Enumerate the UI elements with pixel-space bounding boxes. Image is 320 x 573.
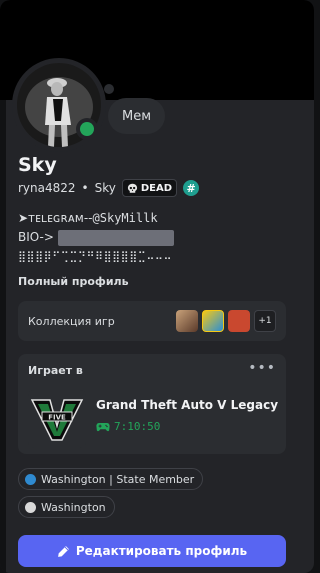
games-collection-title: Коллекция игр — [28, 314, 115, 328]
custom-status-text: Мем — [122, 108, 152, 124]
game-thumb-1[interactable] — [176, 310, 198, 332]
display-name: Sky — [18, 154, 57, 176]
role-label: Washington — [41, 500, 106, 514]
pencil-icon — [57, 545, 69, 557]
activity-header: Играет в — [28, 364, 83, 377]
more-options-icon[interactable]: ••• — [248, 360, 276, 376]
bio-line-spoiler: BIO-> — [18, 228, 300, 247]
game-thumb-2[interactable] — [202, 310, 224, 332]
status-bubble-tail — [104, 84, 114, 94]
role-color-dot — [25, 501, 36, 513]
full-profile-link[interactable]: Полный профиль — [18, 275, 129, 288]
username-row: ryna4822 • Sky DEAD # — [18, 179, 200, 197]
activity-panel: Играет в ••• FIVE Grand Theft Auto V Leg… — [18, 354, 286, 454]
bio-telegram-handle[interactable]: @SkyMillk — [93, 209, 158, 228]
svg-text:FIVE: FIVE — [48, 414, 66, 422]
guild-tag-text: DEAD — [140, 182, 173, 194]
username[interactable]: ryna4822 — [18, 181, 76, 195]
game-thumb-3[interactable] — [228, 310, 250, 332]
game-thumbnails: +1 — [176, 310, 276, 332]
role-pill-state-member[interactable]: Washington | State Member — [18, 468, 204, 490]
edit-profile-button[interactable]: Редактировать профиль — [18, 535, 286, 567]
bio-line-telegram: ➤ᴛᴇʟᴇɢʀᴀᴍ-- @SkyMillk — [18, 209, 300, 228]
gamepad-icon — [96, 422, 110, 431]
games-collection-panel[interactable]: Коллекция игр +1 — [18, 301, 286, 341]
bio-braille-art: ⣿⣿⣿⡿⠋⢉⣉⡙⠛⠿⣿⣿⣿⣿⣉⠤⠤⠤ — [18, 250, 173, 263]
bio-telegram-label: ➤ᴛᴇʟᴇɢʀᴀᴍ-- — [18, 211, 93, 225]
hash-badge-icon[interactable]: # — [183, 180, 200, 196]
elapsed-time: 7:10:50 — [96, 420, 160, 433]
custom-status-bubble[interactable]: Мем — [108, 98, 166, 134]
role-label: Washington | State Member — [41, 472, 195, 486]
spoiler-block[interactable] — [57, 229, 174, 246]
online-status-icon — [76, 118, 98, 140]
bio-prefix: BIO-> — [18, 230, 54, 244]
edit-profile-label: Редактировать профиль — [75, 544, 248, 558]
game-name[interactable]: Grand Theft Auto V Legacy — [96, 398, 278, 412]
games-more-count[interactable]: +1 — [254, 310, 276, 332]
role-pill-washington[interactable]: Washington — [18, 496, 115, 518]
profile-card: Мем Sky ryna4822 • Sky DEAD # ➤ᴛᴇʟᴇɢʀᴀᴍ-… — [0, 0, 314, 573]
elapsed-time-text: 7:10:50 — [114, 420, 161, 433]
gta-v-logo-icon[interactable]: FIVE — [28, 390, 86, 448]
server-tag: Sky — [94, 181, 116, 195]
guild-tag-badge[interactable]: DEAD — [121, 179, 178, 197]
role-color-dot — [25, 473, 36, 485]
bio: ➤ᴛᴇʟᴇɢʀᴀᴍ-- @SkyMillk BIO-> ⣿⣿⣿⡿⠋⢉⣉⡙⠛⠿⣿⣿… — [18, 209, 300, 266]
skull-icon — [127, 183, 137, 193]
separator-dot: • — [81, 181, 89, 195]
